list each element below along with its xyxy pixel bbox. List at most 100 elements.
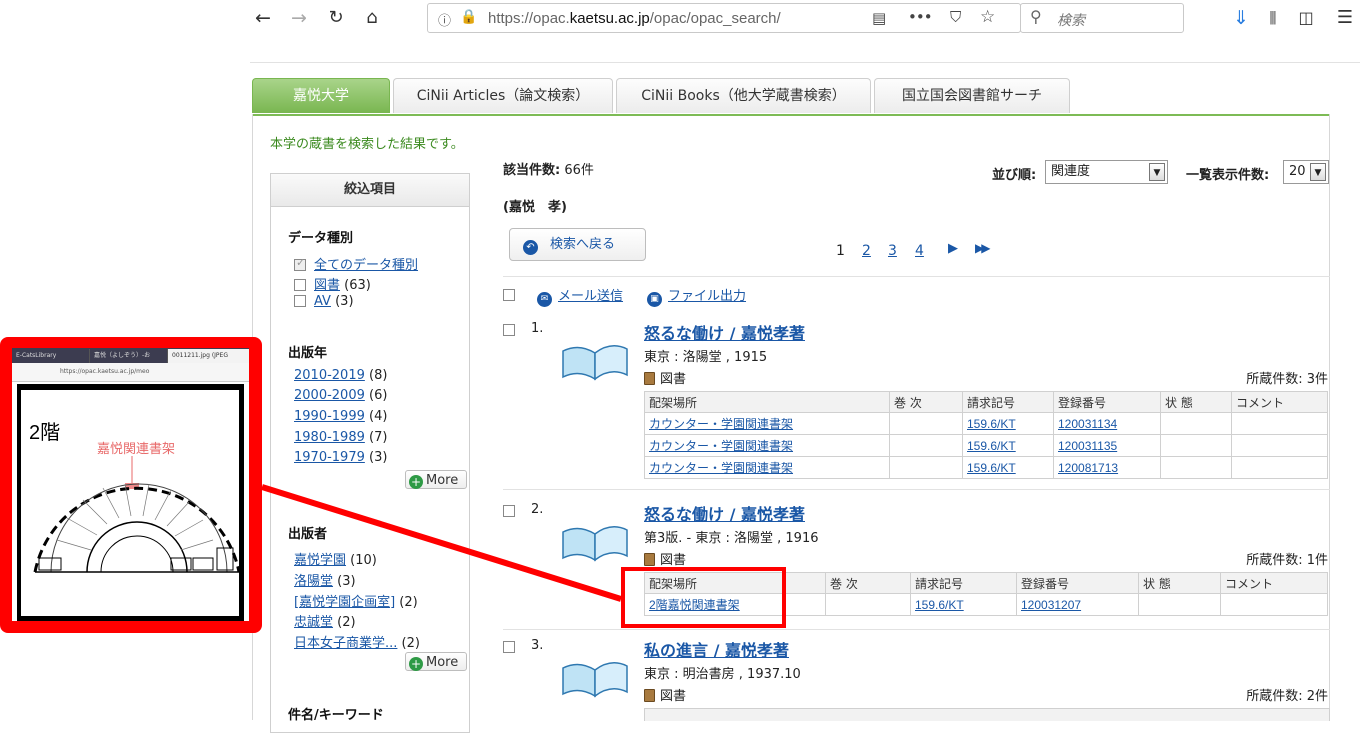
reader-view-icon[interactable]: ▤ <box>872 9 886 27</box>
facet-link[interactable]: 全てのデータ種別 <box>314 258 418 273</box>
file-export-link[interactable]: ▣ ファイル出力 <box>647 285 746 307</box>
hit-count: 該当件数: 66件 <box>503 159 594 178</box>
more-button-year[interactable]: + More <box>405 470 467 489</box>
call-number-link[interactable]: 159.6/KT <box>967 439 1016 453</box>
library-icon[interactable]: ⫼ <box>1260 5 1286 31</box>
forward-arrow-icon[interactable]: → <box>286 5 312 31</box>
record-type: 図書 <box>644 549 686 568</box>
facet-count: (2) <box>337 615 356 630</box>
tab-ndl-search[interactable]: 国立国会図書館サーチ <box>874 78 1070 113</box>
facet-link[interactable]: 1990-1999 <box>294 409 365 424</box>
record-checkbox[interactable] <box>503 324 515 336</box>
record-publication: 東京 : 洛陽堂 , 1915 <box>644 350 768 365</box>
url-bar[interactable]: ⓘ 🔒 https://opac.kaetsu.ac.jp/opac/opac_… <box>427 3 1021 33</box>
facet-item-publisher[interactable]: 日本女子商業学... (2) <box>294 632 420 651</box>
registration-link[interactable]: 120031134 <box>1058 417 1117 431</box>
facet-item-all-types[interactable]: 全てのデータ種別 <box>294 254 418 273</box>
browser-search-box[interactable]: ⚲ 検索 <box>1020 3 1184 33</box>
facet-item-av[interactable]: AV (3) <box>294 294 354 309</box>
last-page-icon[interactable]: ▶▶ <box>975 241 991 255</box>
facet-link[interactable]: AV <box>314 294 331 309</box>
facet-link[interactable]: 日本女子商業学... <box>294 636 397 651</box>
page-link[interactable]: 4 <box>915 243 924 259</box>
call-number-link[interactable]: 159.6/KT <box>967 461 1016 475</box>
location-link[interactable]: カウンター・学園関連書架 <box>649 439 793 453</box>
back-circle-icon: ↶ <box>523 240 538 255</box>
call-number-link[interactable]: 159.6/KT <box>915 598 964 612</box>
facet-link[interactable]: 1980-1989 <box>294 430 365 445</box>
tab-cinii-books[interactable]: CiNii Books（他大学蔵書検索） <box>616 78 871 113</box>
facet-link[interactable]: 洛陽堂 <box>294 574 333 589</box>
mail-label[interactable]: メール送信 <box>558 289 623 304</box>
col-registration: 登録番号 <box>1016 572 1139 594</box>
facet-link[interactable]: 2010-2019 <box>294 368 365 383</box>
location-link[interactable]: カウンター・学園関連書架 <box>649 417 793 431</box>
facet-item-publisher[interactable]: [嘉悦学園企画室] (2) <box>294 591 418 610</box>
page-link[interactable]: 3 <box>888 243 897 259</box>
facet-link[interactable]: 図書 <box>314 278 340 293</box>
record-checkbox[interactable] <box>503 505 515 517</box>
location-link[interactable]: カウンター・学園関連書架 <box>649 461 793 475</box>
file-icon: ▣ <box>647 292 662 307</box>
facet-count: (2) <box>401 636 420 651</box>
facet-item-year[interactable]: 2010-2019 (8) <box>294 368 387 383</box>
per-page-select[interactable]: 20 ▼ <box>1283 160 1329 184</box>
record-type: 図書 <box>644 368 686 387</box>
facet-link[interactable]: 1970-1979 <box>294 450 365 465</box>
back-to-search-button[interactable]: ↶ 検索へ戻る <box>509 228 646 261</box>
checkbox[interactable] <box>294 295 306 307</box>
facet-item-year[interactable]: 2000-2009 (6) <box>294 388 387 403</box>
sidebar-icon[interactable]: ◫ <box>1293 5 1319 31</box>
tab-kaetsu[interactable]: 嘉悦大学 <box>252 78 390 113</box>
select-all-checkbox[interactable] <box>503 289 515 301</box>
facet-item-year[interactable]: 1990-1999 (4) <box>294 409 387 424</box>
registration-link[interactable]: 120081713 <box>1058 461 1118 475</box>
status-cell <box>1138 593 1221 616</box>
facet-count: (3) <box>335 294 354 309</box>
reload-icon[interactable]: ↻ <box>323 5 349 31</box>
facet-count: (10) <box>350 553 377 568</box>
download-icon[interactable]: ⇓ <box>1228 5 1254 31</box>
more-label: More <box>426 655 459 670</box>
registration-link[interactable]: 120031207 <box>1021 598 1081 612</box>
more-button-publisher[interactable]: + More <box>405 652 467 671</box>
checkbox[interactable] <box>294 279 306 291</box>
registration-link[interactable]: 120031135 <box>1058 439 1117 453</box>
call-number-link[interactable]: 159.6/KT <box>967 417 1016 431</box>
sort-select[interactable]: 関連度 ▼ <box>1045 160 1168 184</box>
facet-link[interactable]: [嘉悦学園企画室] <box>294 595 395 610</box>
home-icon[interactable]: ⌂ <box>359 5 385 31</box>
facet-item-publisher[interactable]: 忠誠堂 (2) <box>294 611 356 630</box>
facet-link[interactable]: 嘉悦学園 <box>294 553 346 568</box>
holdings-count: 所蔵件数: 2件 <box>1246 689 1328 704</box>
facet-item-books[interactable]: 図書 (63) <box>294 274 371 293</box>
info-icon[interactable]: ⓘ <box>438 10 451 29</box>
bookmark-star-icon[interactable]: ☆ <box>980 7 995 27</box>
facet-link[interactable]: 2000-2009 <box>294 388 365 403</box>
record-title[interactable]: 怒るな働け / 嘉悦孝著 <box>644 501 805 525</box>
page-link[interactable]: 2 <box>862 243 871 259</box>
facet-item-publisher[interactable]: 嘉悦学園 (10) <box>294 549 377 568</box>
record-title[interactable]: 私の進言 / 嘉悦孝著 <box>644 637 789 661</box>
menu-icon[interactable]: ☰ <box>1332 5 1358 31</box>
next-page-icon[interactable]: ▶ <box>948 241 958 256</box>
more-dots-icon[interactable]: ••• <box>908 8 933 26</box>
sort-label: 並び順: <box>992 168 1037 183</box>
file-label[interactable]: ファイル出力 <box>668 289 746 304</box>
per-page-label: 一覧表示件数: <box>1186 168 1270 183</box>
mini-url-text: https://opac.kaetsu.ac.jp/meo <box>60 368 150 375</box>
facet-item-publisher[interactable]: 洛陽堂 (3) <box>294 570 356 589</box>
record-checkbox[interactable] <box>503 641 515 653</box>
tab-cinii-articles[interactable]: CiNii Articles（論文検索） <box>393 78 613 113</box>
back-arrow-icon[interactable]: ← <box>250 5 276 31</box>
mail-send-link[interactable]: ✉ メール送信 <box>537 285 623 307</box>
pocket-icon[interactable]: ⛉ <box>950 8 961 26</box>
col-registration: 登録番号 <box>1053 391 1161 413</box>
facet-link[interactable]: 忠誠堂 <box>294 615 333 630</box>
facet-item-year[interactable]: 1980-1989 (7) <box>294 430 387 445</box>
toolbar-divider <box>250 62 1360 63</box>
facet-item-year[interactable]: 1970-1979 (3) <box>294 450 387 465</box>
checkbox[interactable] <box>294 256 306 271</box>
record-title[interactable]: 怒るな働け / 嘉悦孝著 <box>644 320 805 344</box>
floor-plan-drawing <box>33 456 239 573</box>
